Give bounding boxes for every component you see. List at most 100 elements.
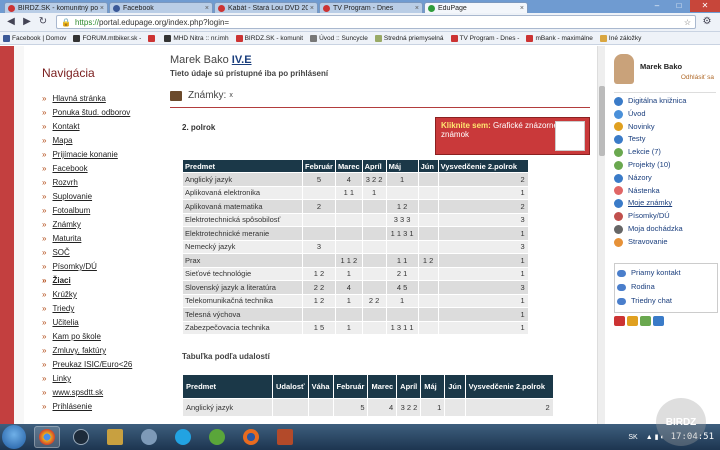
grade-cell[interactable] [361,320,387,335]
grade-cell[interactable]: 1 2 [302,266,336,281]
grades-column-header[interactable]: Február [302,159,336,173]
grade-cell[interactable]: 1 1 3 1 [385,226,419,241]
grade-cell[interactable]: 1 5 [302,320,336,335]
grade-cell[interactable]: 1 [437,307,529,322]
sidebar-menu-item[interactable]: Názory [614,172,716,185]
sidebar-menu-item[interactable]: Písomky/DÚ [614,210,716,223]
nav-item[interactable]: Známky [42,218,154,232]
contact-item[interactable]: Priamy kontakt [615,266,717,280]
bookmark-item[interactable]: Úvod :: Suncycle [310,34,368,42]
back-icon[interactable]: ◀ [4,15,18,29]
grade-cell[interactable]: 1 [361,185,387,200]
bookmark-item[interactable]: BIRDZ.SK - komunit [235,34,303,42]
taskbar-winamp[interactable] [102,426,128,448]
grade-cell[interactable] [334,239,363,254]
nav-item[interactable]: Triedy [42,302,154,316]
events-column-header[interactable]: Máj [420,374,446,399]
tab-close-icon[interactable]: × [98,5,104,12]
nav-item[interactable]: Linky [42,372,154,386]
bookmark-star-icon[interactable]: ☆ [684,18,691,27]
events-column-header[interactable]: Predmet [182,374,273,399]
grade-cell[interactable]: 1 2 [417,253,439,268]
grade-cell[interactable]: 2 [437,199,529,214]
grade-cell[interactable] [385,185,419,200]
grade-cell[interactable] [361,266,387,281]
grade-cell[interactable] [417,266,439,281]
grade-cell[interactable]: 4 5 [385,280,419,295]
address-bar[interactable]: 🔒 https:// portal.edupage.org/index.php?… [56,15,696,29]
grade-cell[interactable]: 2 2 [361,293,387,308]
grades-column-header[interactable]: Jún [417,159,439,173]
contact-item[interactable]: Triedny chat [615,294,717,308]
nav-item[interactable]: Ponuka štud. odborov [42,106,154,120]
grade-cell[interactable]: 1 [334,293,363,308]
grade-cell[interactable] [361,212,387,227]
grade-cell[interactable]: 1 1 [334,185,363,200]
grade-cell[interactable] [334,307,363,322]
grade-cell[interactable]: 3 [437,239,529,254]
bookmark-item[interactable]: FORUM.mtbiker.sk - [73,34,141,42]
book-icon[interactable] [653,316,664,326]
grade-cell[interactable]: 2 1 [385,266,419,281]
grade-cell[interactable]: 1 [437,185,529,200]
tab-close-icon[interactable]: × [413,5,419,12]
grade-cell[interactable] [417,199,439,214]
browser-tab[interactable]: Kabát - Stará Lou DVD 2011 × [214,2,318,13]
browser-tab[interactable]: EduPage × [424,2,528,13]
nav-item[interactable]: Hlavná stránka [42,92,154,106]
grade-cell[interactable] [417,293,439,308]
nav-item[interactable]: Kontakt [42,120,154,134]
grades-column-header[interactable]: Marec [334,159,363,173]
grade-cell[interactable]: 3 2 2 [361,172,387,187]
grade-cell[interactable] [385,307,419,322]
events-column-header[interactable]: Udalosť [272,374,309,399]
sidebar-menu-item[interactable]: Testy [614,133,716,146]
taskbar-utorrent[interactable] [204,426,230,448]
grades-column-header[interactable]: Máj [385,159,419,173]
grade-cell[interactable]: 4 [334,172,363,187]
grades-column-header[interactable]: Apríl [361,159,387,173]
nav-item[interactable]: Písomky/DÚ [42,260,154,274]
sidebar-menu-item[interactable]: Stravovanie [614,236,716,249]
sidebar-menu-item[interactable]: Novinky [614,121,716,134]
close-window-button[interactable]: ✕ [690,0,720,12]
bookmark-item[interactable]: mBank - maximálne [526,34,593,42]
people-icon[interactable] [627,316,638,326]
grade-cell[interactable] [417,280,439,295]
nav-item[interactable]: Fotoalbum [42,204,154,218]
grade-cell[interactable]: 3 [437,212,529,227]
grade-cell[interactable] [334,212,363,227]
sidebar-menu-item[interactable]: Moja dochádzka [614,223,716,236]
grade-cell[interactable] [417,185,439,200]
grade-cell[interactable] [417,307,439,322]
bookmark-item[interactable]: Facebook | Domov [3,34,66,42]
tab-close-icon[interactable]: × [308,5,314,12]
grade-cell[interactable]: 1 [437,226,529,241]
browser-tab[interactable]: BIRDZ.SK - komunitný port × [4,2,108,13]
nav-item[interactable]: Žiaci [42,274,154,288]
tab-close-icon[interactable]: × [518,5,524,12]
forward-icon[interactable]: ▶ [20,15,34,29]
taskbar-network[interactable] [136,426,162,448]
sidebar-menu-item[interactable]: Projekty (10) [614,159,716,172]
taskbar-chrome[interactable] [34,426,60,448]
scrollbar-thumb[interactable] [599,86,605,156]
nav-item[interactable]: Učitelia [42,316,154,330]
group-icon[interactable] [640,316,651,326]
grade-cell[interactable] [302,185,336,200]
events-column-header[interactable]: Váha [307,374,334,399]
start-button[interactable] [2,425,26,449]
grade-cell[interactable]: 3 [437,280,529,295]
grade-cell[interactable] [385,239,419,254]
student-class-link[interactable]: IV.E [232,54,252,66]
grade-cell[interactable]: 4 [334,280,363,295]
taskbar-media[interactable] [68,426,94,448]
grade-cell[interactable] [417,320,439,335]
grades-column-header[interactable]: Vysvedčenie 2.polrok [437,159,529,173]
grade-cell[interactable] [302,307,336,322]
grade-cell[interactable]: 1 1 2 [334,253,363,268]
grades-column-header[interactable]: Predmet [182,159,303,173]
grade-cell[interactable]: 1 2 [385,199,419,214]
house-icon[interactable] [614,316,625,326]
events-column-header[interactable]: Február [332,374,369,399]
